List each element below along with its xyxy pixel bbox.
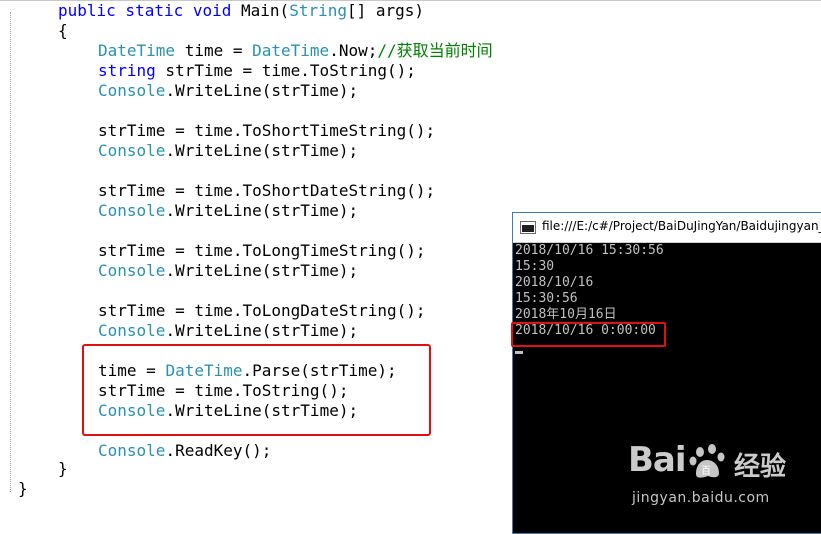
- code-highlight-box: [82, 344, 431, 436]
- code-line-datetime: DateTime time = DateTime.Now;//获取当前时间: [98, 41, 493, 61]
- type-name: String: [289, 1, 347, 20]
- code-text: .Now;: [329, 41, 378, 60]
- method-name: Main(: [231, 1, 290, 20]
- code-text: .WriteLine(strTime);: [165, 261, 359, 280]
- code-line-writeline: Console.WriteLine(strTime);: [98, 321, 358, 341]
- type-name: Console: [98, 261, 166, 280]
- code-line-string: string strTime = time.ToString();: [98, 61, 416, 81]
- svg-text:百: 百: [701, 465, 711, 477]
- keyword: string: [98, 61, 156, 80]
- code-comment: //获取当前时间: [377, 41, 493, 60]
- code-line-short-date: strTime = time.ToShortDateString();: [98, 181, 436, 200]
- console-output-line: 2018年10月16日: [515, 307, 617, 322]
- code-line-writeline: Console.WriteLine(strTime);: [98, 201, 358, 221]
- paw-icon: 百: [689, 444, 725, 478]
- baidu-jingyan-watermark: Bai 百 经验 jingyan.baidu.com: [628, 440, 818, 510]
- watermark-brand: Bai: [628, 440, 687, 480]
- watermark-product: 经验: [734, 452, 787, 482]
- code-text: time =: [175, 41, 253, 60]
- code-line-short-time: strTime = time.ToShortTimeString();: [98, 121, 436, 140]
- code-line-brace-open: {: [58, 21, 68, 40]
- code-line-brace-close-inner: }: [58, 459, 68, 478]
- type-name: Console: [98, 321, 166, 340]
- code-line-readkey: Console.ReadKey();: [98, 441, 271, 461]
- type-name: DateTime: [98, 41, 176, 60]
- code-line-writeline: Console.WriteLine(strTime);: [98, 261, 358, 281]
- output-highlight-box: [511, 322, 666, 347]
- console-titlebar[interactable]: file:///E:/c#/Project/BaiDuJingYan/Baidu…: [513, 213, 821, 243]
- params: [] args): [346, 1, 425, 20]
- type-name: Console: [98, 141, 166, 160]
- console-output-line: 15:30:56: [515, 291, 578, 306]
- code-line-long-date: strTime = time.ToLongDateString();: [98, 301, 426, 320]
- console-output-line: 2018/10/16: [515, 275, 594, 290]
- type-name: Console: [98, 201, 166, 220]
- type-name: Console: [98, 81, 166, 100]
- code-text: .WriteLine(strTime);: [165, 201, 359, 220]
- code-line-writeline: Console.WriteLine(strTime);: [98, 141, 358, 161]
- code-text: .WriteLine(strTime);: [165, 321, 359, 340]
- code-text: strTime = time.ToString();: [155, 61, 416, 80]
- code-line-long-time: strTime = time.ToLongTimeString();: [98, 241, 426, 260]
- keyword: public static void: [58, 1, 232, 20]
- console-title: file:///E:/c#/Project/BaiDuJingYan/Baidu…: [542, 219, 821, 233]
- code-line-brace-close-outer: }: [18, 479, 28, 498]
- console-cursor: [515, 351, 523, 354]
- code-line-main: public static void Main(String[] args): [58, 1, 424, 21]
- code-text: .WriteLine(strTime);: [165, 141, 359, 160]
- code-text: .WriteLine(strTime);: [165, 81, 359, 100]
- type-name: Console: [98, 441, 166, 460]
- type-name: DateTime: [252, 41, 330, 60]
- code-text: .ReadKey();: [165, 441, 272, 460]
- console-app-icon: [520, 221, 536, 234]
- console-output-line: 2018/10/16 15:30:56: [515, 243, 664, 258]
- fold-guide: [10, 12, 12, 492]
- console-output-line: 15:30: [515, 259, 555, 274]
- code-line-writeline: Console.WriteLine(strTime);: [98, 81, 358, 101]
- watermark-url: jingyan.baidu.com: [632, 490, 770, 506]
